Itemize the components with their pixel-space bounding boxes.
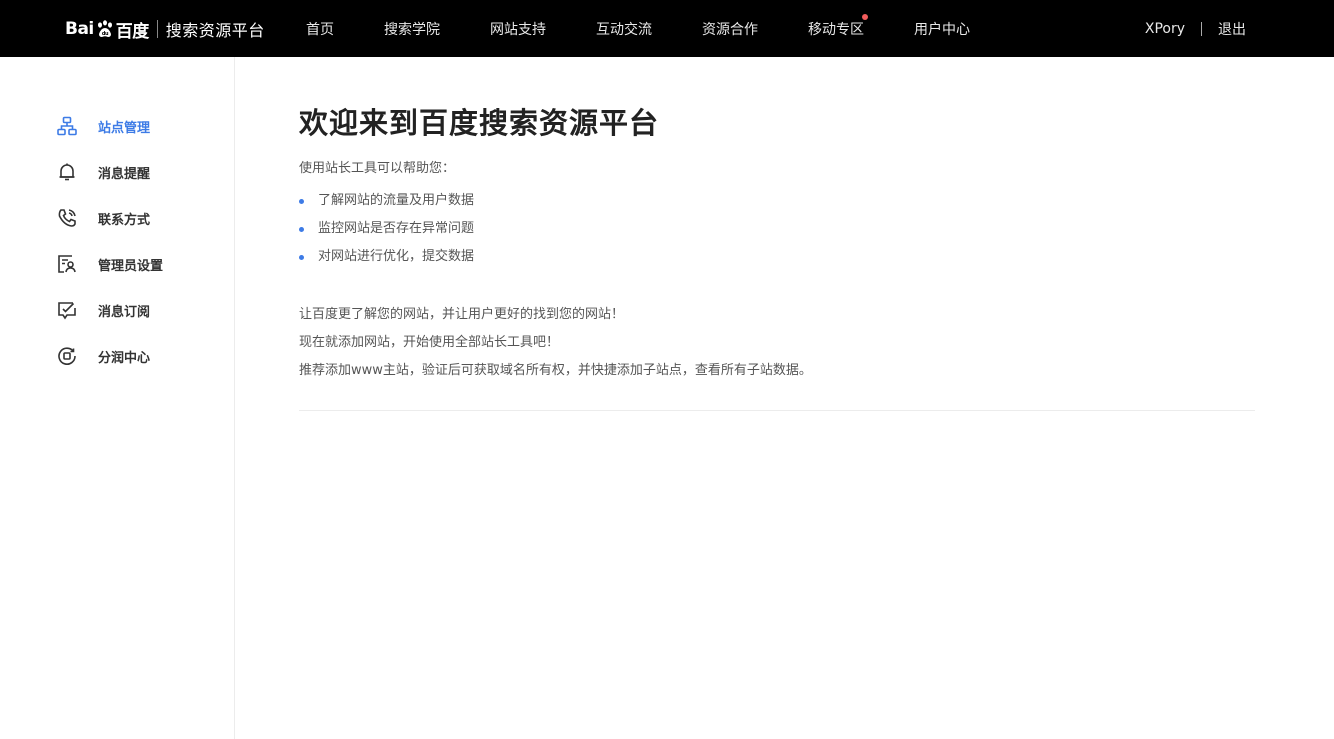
list-item: 对网站进行优化，提交数据 [299,243,1255,271]
sidebar: 站点管理 消息提醒 联系方式 管理员设置 消息订阅 分润中心 [0,57,235,739]
nav-label: 首页 [306,22,334,38]
nav-label: 移动专区 [808,22,864,38]
sidebar-item-label: 联系方式 [98,212,151,228]
sidebar-item-notifications[interactable]: 消息提醒 [0,149,234,195]
sidebar-item-admin-settings[interactable]: 管理员设置 [0,241,234,287]
main-content: 欢迎来到百度搜索资源平台 使用站长工具可以帮助您： 了解网站的流量及用户数据 监… [299,57,1255,411]
nav-item-site-support[interactable]: 网站支持 [490,0,546,57]
username-link[interactable]: XPory [1145,21,1185,37]
bell-icon [56,161,78,183]
feature-list: 了解网站的流量及用户数据 监控网站是否存在异常问题 对网站进行优化，提交数据 [299,187,1255,271]
logo-divider [156,20,158,38]
notification-dot [862,14,868,20]
subscribe-icon [56,299,78,321]
logo-text-right: 百度 [115,21,150,42]
nav-label: 用户中心 [914,22,970,38]
nav-label: 网站支持 [490,22,546,38]
nav-label: 资源合作 [702,22,758,38]
nav-item-mobile-zone[interactable]: 移动专区 [808,0,868,57]
nav-item-search-academy[interactable]: 搜索学院 [384,0,440,57]
platform-title: 搜索资源平台 [165,21,265,40]
sidebar-item-revenue-center[interactable]: 分润中心 [0,333,234,379]
paw-icon: du [97,20,112,37]
nav-item-resource-cooperation[interactable]: 资源合作 [702,0,758,57]
sidebar-menu: 站点管理 消息提醒 联系方式 管理员设置 消息订阅 分润中心 [0,57,234,379]
list-item: 了解网站的流量及用户数据 [299,187,1255,215]
sidebar-item-subscription[interactable]: 消息订阅 [0,287,234,333]
top-navigation-bar: Bai du 百度 搜索资源平台 首页 搜索学院 网站支持 互动交流 资源合作 … [0,0,1334,57]
description-line: 现在就添加网站，开始使用全部站长工具吧！ [299,335,560,350]
phone-icon [56,207,78,229]
sidebar-item-contact[interactable]: 联系方式 [0,195,234,241]
baidu-logo-mark: Bai du 百度 [65,17,149,42]
sidebar-item-label: 消息提醒 [98,166,151,182]
description-line: 推荐添加www主站，验证后可获取域名所有权，并快捷添加子站点，查看所有子站数据。 [299,363,812,378]
sidebar-item-label: 站点管理 [98,120,151,136]
logout-link[interactable]: 退出 [1218,19,1246,39]
sidebar-item-site-management[interactable]: 站点管理 [0,103,234,149]
intro-text: 使用站长工具可以帮助您： [299,161,456,176]
logo-text-left: Bai [65,19,94,39]
user-area: XPory 退出 [1145,0,1246,57]
sidebar-item-label: 消息订阅 [98,304,151,320]
revenue-icon [56,345,78,367]
user-divider [1201,21,1202,36]
nav-item-user-center[interactable]: 用户中心 [914,0,970,57]
description-line: 让百度更了解您的网站，并让用户更好的找到您的网站！ [299,307,625,322]
nav-item-interaction[interactable]: 互动交流 [596,0,652,57]
baidu-logo[interactable]: Bai du 百度 搜索资源平台 [65,14,265,44]
description-block: 让百度更了解您的网站，并让用户更好的找到您的网站！ 现在就添加网站，开始使用全部… [299,301,1255,385]
nav-label: 互动交流 [596,22,652,38]
sidebar-item-label: 管理员设置 [98,258,164,274]
sidebar-item-label: 分润中心 [98,350,151,366]
nav-label: 搜索学院 [384,22,440,38]
admin-icon [56,253,78,275]
main-nav: 首页 搜索学院 网站支持 互动交流 资源合作 移动专区 用户中心 [306,0,1020,57]
page-title: 欢迎来到百度搜索资源平台 [299,106,660,140]
nav-item-home[interactable]: 首页 [306,0,334,57]
svg-text:du: du [102,31,109,37]
list-item: 监控网站是否存在异常问题 [299,215,1255,243]
sitemap-icon [56,115,78,137]
content-divider [299,410,1255,411]
